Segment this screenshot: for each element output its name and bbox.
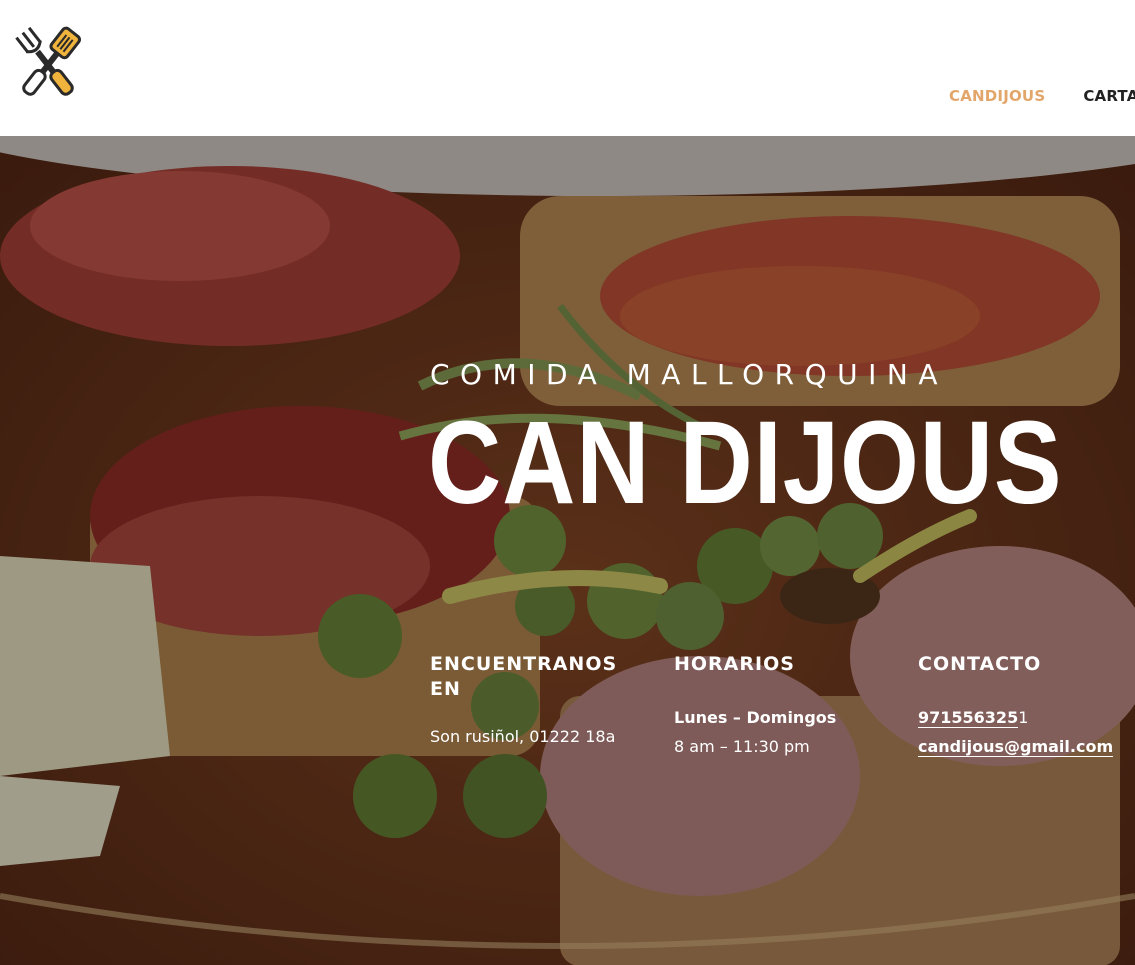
hours-days: Lunes – Domingos <box>674 708 837 727</box>
main-nav: CANDIJOUS CARTA <box>949 87 1135 107</box>
contact-column: CONTACTO 9715563251 candijous@gmail.com <box>918 652 1128 761</box>
phone-link[interactable]: 971556325 <box>918 708 1019 728</box>
hours-time: 8 am – 11:30 pm <box>674 737 810 756</box>
contact-phone: 9715563251 <box>918 703 1128 732</box>
email-link[interactable]: candijous@gmail.com <box>918 737 1114 757</box>
hero-kicker: COMIDA MALLORQUINA <box>430 358 949 391</box>
hero-overlay <box>0 136 1135 965</box>
hero-title: CAN DIJOUS <box>428 397 1063 529</box>
nav-item-carta[interactable]: CARTA <box>1083 87 1135 105</box>
site-header: CANDIJOUS CARTA <box>0 0 1135 136</box>
location-address: Son rusiñol, 01222 18a <box>430 727 616 746</box>
nav-item-candijous[interactable]: CANDIJOUS <box>949 87 1045 105</box>
hero-section: COMIDA MALLORQUINA CAN DIJOUS ENCUENTRAN… <box>0 136 1135 965</box>
hours-heading: HORARIOS <box>674 653 795 675</box>
logo[interactable] <box>8 22 88 108</box>
phone-tail: 1 <box>1018 708 1029 727</box>
contact-email: candijous@gmail.com <box>918 732 1128 761</box>
location-heading: ENCUENTRANOS EN <box>430 653 618 700</box>
crossed-fork-spatula-icon <box>15 26 82 96</box>
contact-heading: CONTACTO <box>918 653 1042 675</box>
location-column: ENCUENTRANOS EN Son rusiñol, 01222 18a <box>430 652 655 751</box>
hours-column: HORARIOS Lunes – Domingos 8 am – 11:30 p… <box>674 652 904 761</box>
